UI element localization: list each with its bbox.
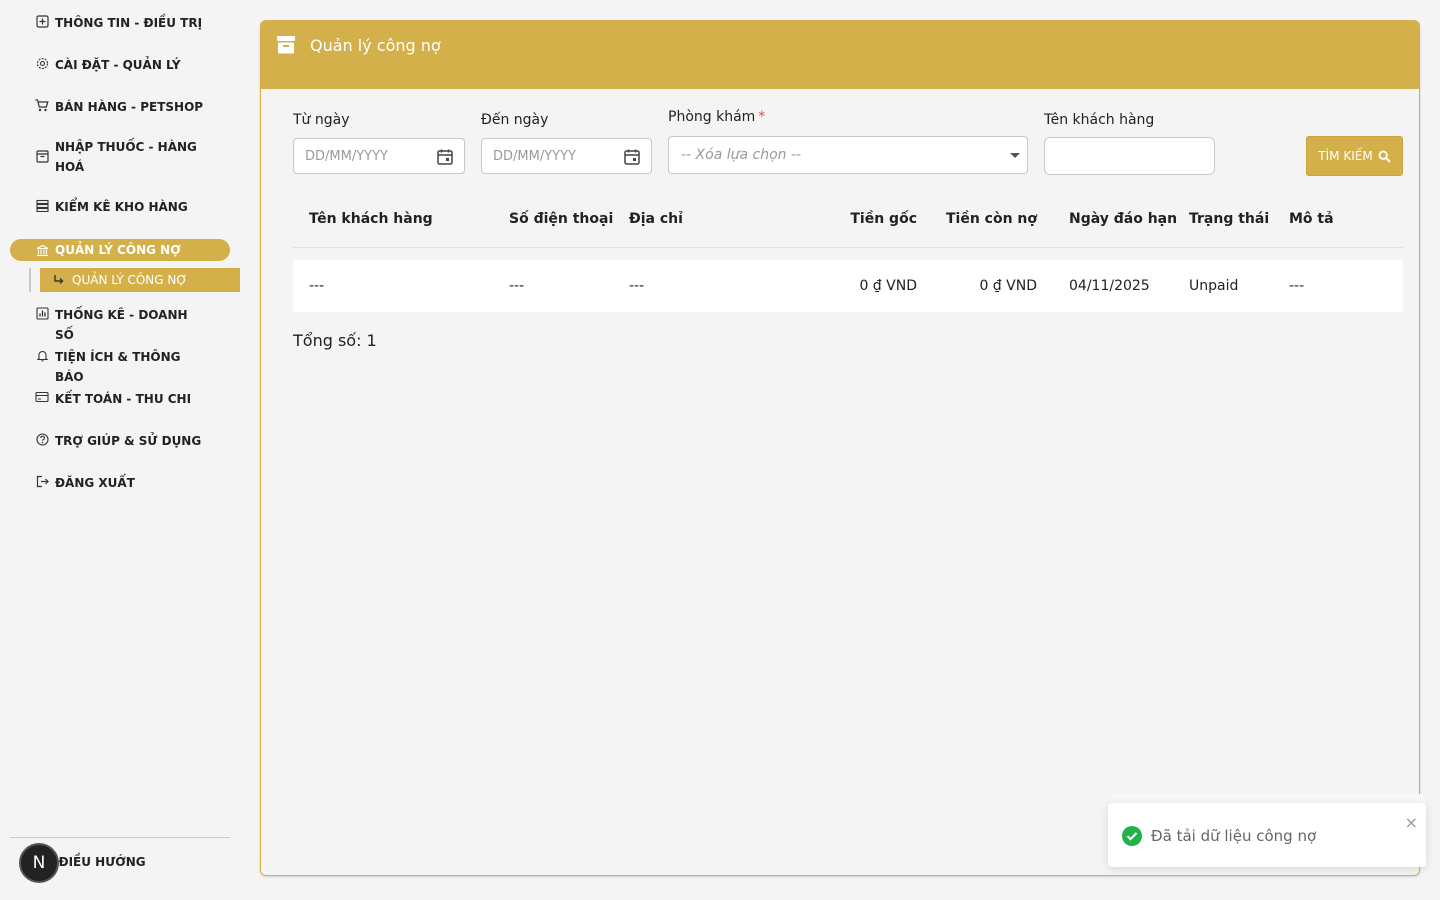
column-header-phone: Số điện thoại [509,211,614,227]
sidebar-item-label: THÔNG TIN - ĐIỀU TRỊ [55,16,203,30]
cell-status: Unpaid [1189,278,1239,294]
sidebar: THÔNG TIN - ĐIỀU TRỊ CÀI ĐẶT - QUẢN LÝ B… [0,0,250,900]
close-icon[interactable]: × [1405,813,1418,832]
calendar-icon[interactable] [623,148,641,166]
sidebar-item-accounting[interactable]: KẾT TOÁN - THU CHI [0,389,240,409]
column-header-status: Trạng thái [1189,211,1270,227]
cell-due-date: 04/11/2025 [1069,278,1150,294]
gear-icon [35,56,49,70]
to-date-placeholder: DD/MM/YYYY [493,148,576,164]
toast-notification: Đã tải dữ liệu công nợ × [1108,803,1426,867]
customer-name-input[interactable] [1044,137,1215,175]
search-icon [1378,150,1391,163]
cart-icon [35,98,49,112]
credit-card-icon [35,390,49,404]
sidebar-item-import[interactable]: NHẬP THUỐC - HÀNG HOÁ [0,137,240,177]
table-header-divider [293,247,1403,248]
cell-phone: --- [509,278,525,294]
column-header-description: Mô tả [1289,211,1334,227]
cell-address: --- [629,278,645,294]
medical-box-icon [35,14,49,28]
sidebar-item-treatment[interactable]: THÔNG TIN - ĐIỀU TRỊ [0,13,240,33]
check-circle-icon [1122,826,1142,846]
column-header-remaining: Tiền còn nợ [945,211,1037,227]
sidebar-divider [10,837,230,838]
search-button-label: TÌM KIẾM [1318,149,1373,163]
logout-icon [35,474,49,488]
from-date-field[interactable]: DD/MM/YYYY [293,138,465,174]
sidebar-item-help[interactable]: TRỢ GIÚP & SỬ DỤNG [0,431,240,451]
sidebar-item-label: NHẬP THUỐC - HÀNG HOÁ [55,140,197,174]
clinic-select[interactable]: -- Xóa lựa chọn -- [668,136,1028,174]
sidebar-item-petshop[interactable]: BÁN HÀNG - PETSHOP [0,97,240,117]
calendar-icon[interactable] [436,148,454,166]
bar-chart-icon [35,306,49,320]
clinic-label-text: Phòng khám [668,109,756,125]
from-date-label: Từ ngày [293,112,350,128]
clinic-label: Phòng khám * [668,109,765,125]
sidebar-item-debt[interactable]: QUẢN LÝ CÔNG NỢ [10,239,230,261]
sidebar-item-label: QUẢN LÝ CÔNG NỢ [55,243,181,257]
sidebar-item-logout[interactable]: ĐĂNG XUẤT [0,473,240,493]
total-count: Tổng số: 1 [293,331,377,350]
help-circle-icon [35,432,49,446]
sidebar-item-inventory[interactable]: KIỂM KÊ KHO HÀNG [0,197,240,217]
sidebar-item-label: CÀI ĐẶT - QUẢN LÝ [55,58,181,72]
sidebar-item-label: TRỢ GIÚP & SỬ DỤNG [55,434,202,448]
sidebar-subitem-debt[interactable]: QUẢN LÝ CÔNG NỢ [40,268,240,292]
cell-remaining: 0 ₫ VND [979,278,1037,294]
submenu-guide [29,268,31,292]
archive-icon [276,35,296,55]
column-header-due-date: Ngày đáo hạn [1069,211,1178,227]
search-button[interactable]: TÌM KIẾM [1306,136,1403,176]
cell-description: --- [1289,278,1305,294]
sidebar-item-label: BÁN HÀNG - PETSHOP [55,100,204,114]
column-header-customer: Tên khách hàng [309,211,433,227]
debt-management-card: Quản lý công nợ Từ ngày DD/MM/YYYY Đến n… [260,20,1420,876]
card-header: Quản lý công nợ [261,21,1419,89]
to-date-label: Đến ngày [481,112,549,128]
archive-box-icon [35,149,49,163]
column-header-principal: Tiền gốc [850,211,917,227]
sidebar-item-label: KẾT TOÁN - THU CHI [55,392,192,406]
required-marker: * [758,109,766,125]
sidebar-subitem-label: QUẢN LÝ CÔNG NỢ [72,273,188,287]
bank-icon [35,244,49,258]
sidebar-item-label: THỐNG KÊ - DOANH SỐ [55,308,188,342]
sidebar-item-label: TIỆN ÍCH & THÔNG BÁO [55,350,181,384]
toast-message: Đã tải dữ liệu công nợ [1151,827,1317,845]
chevron-down-icon [1010,153,1020,158]
app-badge[interactable]: N [19,843,59,883]
to-date-field[interactable]: DD/MM/YYYY [481,138,652,174]
bell-icon [35,348,49,362]
sidebar-item-statistics[interactable]: THỐNG KÊ - DOANH SỐ [0,305,240,345]
sidebar-item-notifications[interactable]: TIỆN ÍCH & THÔNG BÁO [0,347,240,387]
subdirectory-arrow-icon [52,273,66,287]
sidebar-item-label: KIỂM KÊ KHO HÀNG [55,200,188,214]
cell-principal: 0 ₫ VND [859,278,917,294]
sidebar-item-settings[interactable]: CÀI ĐẶT - QUẢN LÝ [0,55,240,75]
customer-name-label: Tên khách hàng [1044,112,1155,128]
page-title: Quản lý công nợ [310,36,441,55]
column-header-address: Địa chỉ [629,211,683,227]
from-date-placeholder: DD/MM/YYYY [305,148,388,164]
storage-icon [35,198,49,212]
cell-customer: --- [309,278,325,294]
clinic-select-value: -- Xóa lựa chọn -- [681,147,802,163]
sidebar-item-label: ĐĂNG XUẤT [55,476,135,490]
